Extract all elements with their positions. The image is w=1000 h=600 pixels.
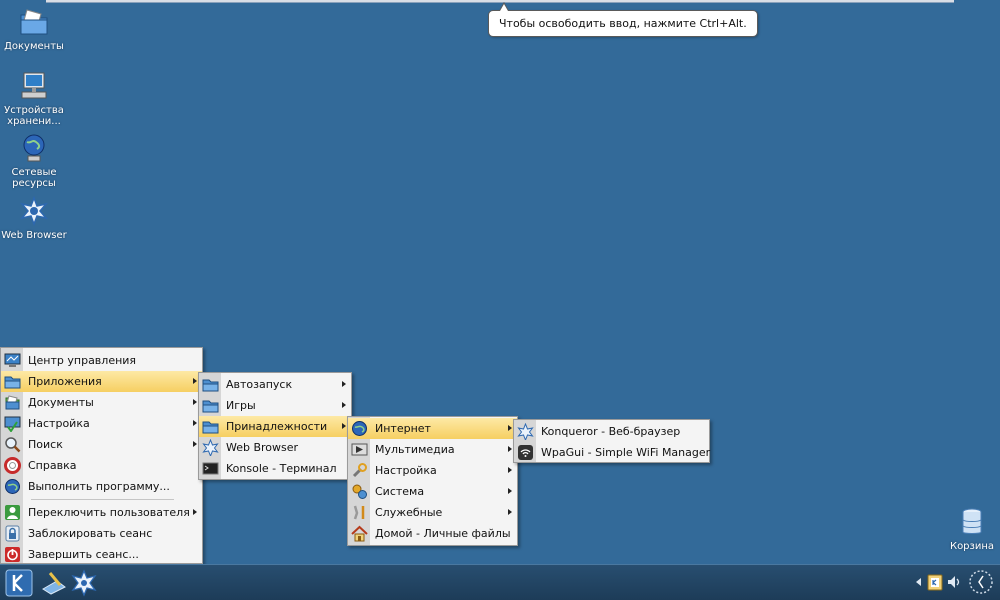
internet-icon — [352, 421, 367, 436]
desktop-icon — [42, 572, 66, 595]
menu-item-lock-session[interactable]: Заблокировать сеанс — [1, 523, 202, 544]
menu-item-settings[interactable]: Настройка — [1, 413, 202, 434]
menu-separator — [31, 499, 174, 500]
control-center-icon — [4, 353, 21, 367]
desktop-icon-trash[interactable]: Корзина — [938, 506, 1000, 552]
menu-item-accessories[interactable]: Принадлежности — [199, 416, 351, 437]
desktop-icon-web-browser[interactable]: Web Browser — [0, 195, 68, 241]
desktop-icon-label: Сетевые ресурсы — [11, 167, 57, 189]
submenu-arrow-icon — [342, 381, 346, 387]
system-icon — [352, 484, 367, 499]
submenu-arrow-icon — [508, 446, 512, 452]
network-resources-icon — [23, 134, 45, 162]
storage-devices-icon — [21, 72, 47, 99]
desktop-icon-label: Корзина — [949, 541, 995, 552]
menu-item-home[interactable]: Домой - Личные файлы — [348, 523, 517, 544]
menu-item-documents[interactable]: Документы — [1, 392, 202, 413]
menu-item-control-center[interactable]: Центр управления — [1, 350, 202, 371]
tray-arrow-icon[interactable] — [916, 578, 922, 586]
desktop-icon-label: Документы — [4, 41, 64, 52]
menu-item-system[interactable]: Система — [348, 481, 517, 502]
menu-item-internet[interactable]: Интернет — [348, 418, 517, 439]
konqueror-icon — [19, 195, 49, 227]
submenu-arrow-icon — [508, 467, 512, 473]
submenu-arrow-icon — [508, 488, 512, 494]
desktop-icon-label: Web Browser — [1, 230, 67, 241]
menu-item-logout[interactable]: Завершить сеанс... — [1, 544, 202, 565]
taskbar — [0, 564, 1000, 600]
tooltip-tail — [499, 2, 509, 11]
run-program-icon — [5, 479, 20, 494]
klipper-icon[interactable] — [927, 573, 943, 591]
search-icon — [5, 437, 21, 453]
volume-icon[interactable] — [946, 574, 962, 590]
submenu-arrow-icon — [342, 402, 346, 408]
menu-item-web-browser[interactable]: Web Browser — [199, 437, 351, 458]
konqueror-icon — [71, 569, 97, 597]
submenu-arrow-icon — [193, 441, 197, 447]
show-desktop-button[interactable] — [40, 569, 68, 597]
menu-item-multimedia[interactable]: Мультимедиа — [348, 439, 517, 460]
submenu-arrow-icon — [193, 399, 197, 405]
submenu-arrow-icon — [193, 509, 197, 515]
internet-submenu: Konqueror - Веб-браузер WpaGui - Simple … — [513, 419, 710, 463]
tooltip-text: Чтобы освободить ввод, нажмите Ctrl+Alt. — [499, 17, 747, 30]
applications-submenu: Автозапуск Игры Принадлежности Web Brows… — [198, 372, 352, 480]
help-icon — [4, 457, 21, 474]
desktop-icon-storage[interactable]: Устройства хранени... — [0, 70, 68, 127]
start-menu: Центр управления Приложения Документы На… — [0, 347, 203, 564]
menu-item-search[interactable]: Поиск — [1, 434, 202, 455]
menu-item-help[interactable]: Справка — [1, 455, 202, 476]
menu-item-games[interactable]: Игры — [199, 395, 351, 416]
menu-item-wpagui[interactable]: WpaGui - Simple WiFi Manager — [514, 442, 710, 463]
submenu-arrow-icon — [193, 378, 197, 384]
menu-item-applications[interactable]: Приложения — [1, 371, 202, 392]
menu-item-run-program[interactable]: Выполнить программу... — [1, 476, 202, 497]
home-icon — [351, 525, 368, 542]
wifi-icon — [518, 445, 533, 460]
konqueror-icon — [202, 439, 219, 456]
desktop-icon-label: Устройства хранени... — [4, 105, 64, 127]
submenu-arrow-icon — [193, 420, 197, 426]
settings-icon — [4, 416, 21, 432]
konqueror-icon — [517, 423, 534, 440]
submenu-arrow-icon — [342, 423, 346, 429]
folder-icon — [202, 379, 219, 392]
release-input-tooltip: Чтобы освободить ввод, нажмите Ctrl+Alt. — [488, 2, 758, 37]
switch-user-icon — [5, 505, 20, 520]
menu-item-switch-user[interactable]: Переключить пользователя — [1, 502, 202, 523]
menu-item-konsole[interactable]: Konsole - Терминал — [199, 458, 351, 479]
documents-icon — [5, 395, 20, 410]
folder-icon — [202, 400, 219, 413]
lock-icon — [5, 525, 20, 542]
accessories-submenu: Интернет Мультимедиа Настройка Система С… — [347, 416, 518, 546]
multimedia-icon — [351, 443, 368, 456]
terminal-icon — [202, 462, 219, 475]
kde-start-icon — [5, 569, 33, 597]
trash-icon — [962, 508, 982, 534]
menu-item-autostart[interactable]: Автозапуск — [199, 374, 351, 395]
utilities-icon — [353, 505, 365, 520]
desktop-icon-network[interactable]: Сетевые ресурсы — [0, 132, 68, 189]
submenu-arrow-icon — [508, 509, 512, 515]
applications-folder-icon — [4, 376, 21, 389]
konqueror-launcher[interactable] — [70, 569, 98, 597]
clock-icon[interactable] — [967, 568, 995, 596]
wrench-icon — [352, 463, 367, 478]
desktop-icon-documents[interactable]: Документы — [0, 6, 68, 52]
submenu-arrow-icon — [508, 425, 512, 431]
logout-icon — [5, 547, 20, 562]
menu-item-utilities[interactable]: Служебные — [348, 502, 517, 523]
menu-item-configure[interactable]: Настройка — [348, 460, 517, 481]
kde-start-button[interactable] — [5, 569, 33, 597]
folder-icon — [202, 421, 219, 434]
menu-item-konqueror[interactable]: Konqueror - Веб-браузер — [514, 421, 709, 442]
folder-documents-icon — [20, 9, 48, 35]
